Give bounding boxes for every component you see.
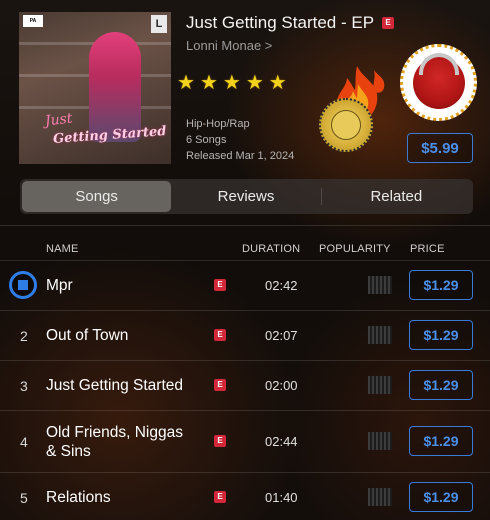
artist-name: Lonni Monae	[186, 38, 262, 53]
medal-center	[331, 110, 361, 140]
parental-advisory-label: PA	[23, 15, 43, 27]
song-duration: 02:00	[265, 378, 298, 393]
explicit-badge: E	[214, 329, 226, 341]
popularity-bars-icon	[368, 376, 392, 394]
song-name: Out of Town	[46, 327, 129, 344]
song-name: Just Getting Started	[46, 377, 183, 394]
star-icon: ★	[268, 72, 287, 94]
table-row[interactable]: 3 Just Getting Started E 02:00 $1.29	[0, 361, 490, 410]
tab-related[interactable]: Related	[322, 181, 471, 212]
now-playing-indicator[interactable]	[9, 271, 37, 299]
song-duration: 02:44	[265, 434, 298, 449]
album-price-button[interactable]: $5.99	[407, 133, 473, 163]
album-song-count: 6 Songs	[186, 134, 227, 146]
song-price-button[interactable]: $1.29	[409, 370, 473, 400]
album-title: Just Getting Started - EP	[186, 13, 375, 32]
song-duration: 01:40	[265, 490, 298, 505]
popularity-bars-icon	[368, 326, 392, 344]
tab-songs[interactable]: Songs	[22, 181, 172, 212]
star-icon: ★	[199, 72, 218, 94]
stop-icon	[18, 280, 28, 290]
album-title-row: Just Getting Started - EP E	[186, 13, 395, 33]
track-number: 2	[20, 328, 28, 344]
star-icon: ★	[222, 72, 241, 94]
song-duration: 02:42	[265, 278, 298, 293]
column-header-price[interactable]: PRICE	[410, 243, 445, 255]
column-header-name[interactable]: NAME	[46, 243, 79, 255]
cover-corner-logo: L	[151, 15, 167, 33]
album-cover[interactable]: PA L Just Getting Started	[19, 12, 171, 164]
table-row[interactable]: 2 Out of Town E 02:07 $1.29	[0, 311, 490, 360]
song-price-button[interactable]: $1.29	[409, 482, 473, 512]
album-page: PA L Just Getting Started Just Getting S…	[0, 0, 490, 520]
divider	[0, 225, 490, 226]
star-icon: ★	[177, 72, 195, 94]
song-name: Old Friends, Niggas	[46, 424, 183, 441]
tab-reviews[interactable]: Reviews	[171, 181, 320, 212]
column-header-duration[interactable]: DURATION	[242, 243, 300, 255]
popularity-bars-icon	[368, 432, 392, 450]
explicit-badge: E	[214, 279, 226, 291]
segmented-tabs: Songs Reviews Related	[20, 179, 473, 214]
track-number: 4	[20, 434, 28, 450]
song-duration: 02:07	[265, 328, 298, 343]
chevron-right-icon: >	[264, 38, 273, 53]
track-number: 5	[20, 490, 28, 506]
explicit-badge: E	[382, 17, 395, 29]
table-row[interactable]: 5 Relations E 01:40 $1.29	[0, 473, 490, 520]
headphones-emblem-sticker	[400, 44, 477, 121]
song-table-header: NAME DURATION POPULARITY PRICE	[0, 243, 490, 257]
song-price-button[interactable]: $1.29	[409, 270, 473, 300]
song-name-line2: & Sins	[46, 443, 91, 460]
song-price-button[interactable]: $1.29	[409, 426, 473, 456]
explicit-badge: E	[214, 491, 226, 503]
song-price-button[interactable]: $1.29	[409, 320, 473, 350]
headphones-icon	[418, 52, 459, 75]
star-icon: ★	[245, 72, 264, 94]
gold-medal-sticker	[319, 98, 373, 152]
table-row[interactable]: 4 Old Friends, Niggas & Sins E 02:44 $1.…	[0, 411, 490, 472]
cover-script-just: Just	[44, 110, 74, 130]
album-genre: Hip-Hop/Rap	[186, 118, 250, 130]
cover-script-getting-started: Getting Started	[52, 124, 167, 147]
rating-stars: ★ ★ ★ ★ ★	[177, 73, 287, 93]
song-name: Relations	[46, 489, 111, 506]
album-release-date: Released Mar 1, 2024	[186, 150, 295, 162]
track-number: 3	[20, 378, 28, 394]
song-name: Mpr	[46, 277, 73, 294]
popularity-bars-icon	[368, 488, 392, 506]
explicit-badge: E	[214, 379, 226, 391]
popularity-bars-icon	[368, 276, 392, 294]
explicit-badge: E	[214, 435, 226, 447]
emblem-core	[412, 52, 465, 109]
column-header-popularity[interactable]: POPULARITY	[319, 243, 391, 255]
table-row[interactable]: Mpr E 02:42 $1.29	[0, 261, 490, 310]
artist-link[interactable]: Lonni Monae >	[186, 38, 272, 53]
